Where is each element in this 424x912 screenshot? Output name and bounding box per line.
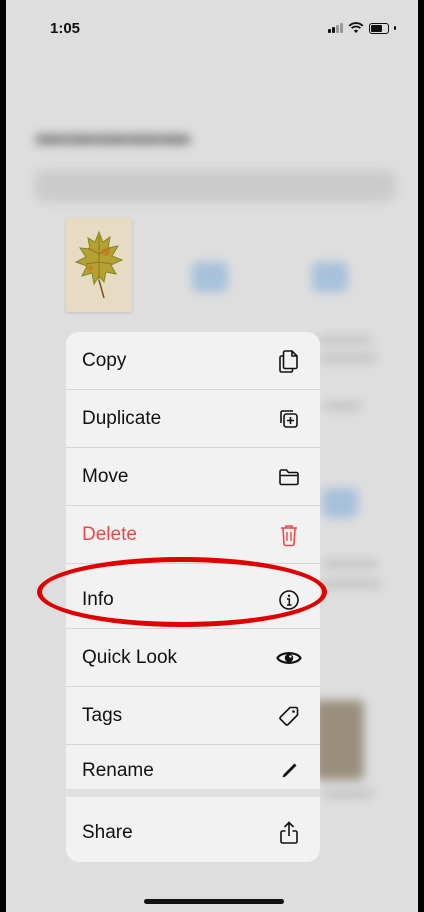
- screen: ▬▬▬▬▬ 1:05 Copy Duplicate Move Delete In…: [6, 0, 418, 912]
- wifi-icon: [348, 22, 364, 33]
- menu-item-share[interactable]: Share: [66, 804, 320, 861]
- menu-item-label: Quick Look: [82, 646, 178, 668]
- duplicate-icon: [276, 406, 302, 432]
- menu-item-move[interactable]: Move: [66, 448, 320, 505]
- background-folder-icon: [192, 262, 228, 292]
- menu-item-label: Copy: [82, 349, 127, 371]
- background-label: [322, 580, 382, 588]
- background-label: [322, 790, 374, 798]
- background-search-bar: [34, 170, 396, 202]
- leaf-image: [74, 230, 124, 299]
- menu-item-label: Share: [82, 821, 133, 843]
- menu-item-quick-look[interactable]: Quick Look: [66, 629, 320, 686]
- background-folder-icon: [312, 262, 348, 292]
- home-indicator[interactable]: [144, 899, 284, 904]
- menu-item-label: Duplicate: [82, 407, 162, 429]
- background-label: [322, 402, 362, 410]
- cellular-signal-icon: [328, 23, 343, 33]
- copy-icon: [276, 348, 302, 374]
- menu-item-label: Tags: [82, 704, 123, 726]
- battery-icon: [369, 22, 389, 34]
- folder-icon: [276, 464, 302, 490]
- pencil-icon: [276, 758, 302, 784]
- menu-item-tags[interactable]: Tags: [66, 687, 320, 744]
- background-photo-thumbnail: [314, 700, 364, 780]
- menu-section-gap: [66, 789, 320, 797]
- background-title-blurred: ▬▬▬▬▬: [36, 118, 191, 151]
- menu-item-label: Delete: [82, 523, 137, 545]
- background-folder-icon: [322, 488, 358, 518]
- background-label: [318, 354, 378, 362]
- menu-item-label: Rename: [82, 759, 154, 781]
- background-label: [318, 336, 372, 344]
- status-icons: [328, 22, 396, 34]
- file-thumbnail[interactable]: [66, 218, 132, 312]
- share-icon: [276, 820, 302, 846]
- menu-item-label: Move: [82, 465, 129, 487]
- eye-icon: [276, 645, 302, 671]
- background-label: [322, 560, 378, 568]
- menu-item-copy[interactable]: Copy: [66, 332, 320, 389]
- menu-item-duplicate[interactable]: Duplicate: [66, 390, 320, 447]
- highlight-ring-annotation: [37, 557, 327, 627]
- tag-icon: [276, 703, 302, 729]
- battery-tip: [394, 26, 396, 30]
- status-time: 1:05: [50, 20, 81, 37]
- device-frame: ▬▬▬▬▬ 1:05 Copy Duplicate Move Delete In…: [0, 0, 424, 912]
- trash-icon: [276, 522, 302, 548]
- menu-item-delete[interactable]: Delete: [66, 506, 320, 563]
